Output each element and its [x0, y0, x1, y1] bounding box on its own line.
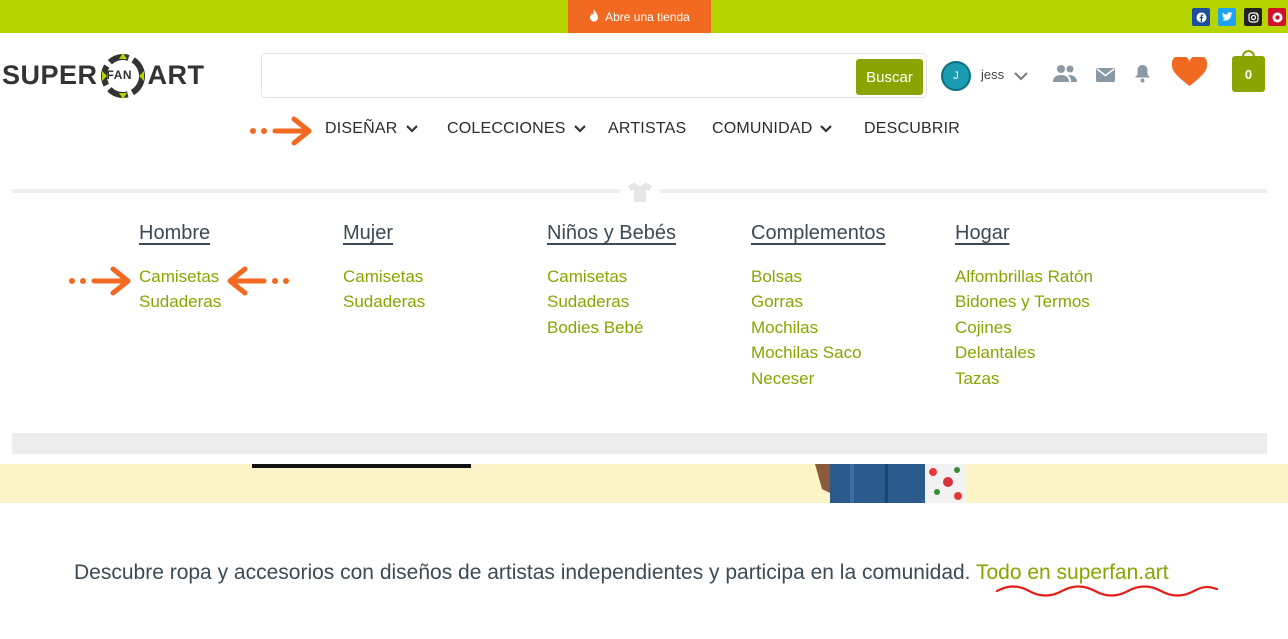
tshirt-icon	[627, 181, 653, 207]
menu-column-title[interactable]: Hombre	[139, 222, 221, 245]
nav-item-label: DISEÑAR	[325, 120, 398, 137]
nav-item-artistas[interactable]: ARTISTAS	[608, 120, 686, 138]
annotation-arrow-right	[249, 116, 315, 150]
divider	[660, 189, 1267, 193]
mail-icon[interactable]	[1096, 67, 1115, 86]
menu-link[interactable]: Camisetas	[547, 264, 676, 289]
menu-link[interactable]: Bidones y Termos	[955, 289, 1093, 314]
logo-left-text: SUPER	[2, 60, 98, 90]
menu-column-mujer: Mujer Camisetas Sudaderas	[343, 222, 425, 315]
menu-link[interactable]: Alfombrillas Ratón	[955, 264, 1093, 289]
users-icon[interactable]	[1053, 64, 1077, 86]
top-bar: Abre una tienda	[0, 0, 1288, 33]
menu-link[interactable]: Bolsas	[751, 264, 886, 289]
annotation-arrow-right	[68, 266, 134, 300]
fire-icon	[589, 8, 599, 25]
menu-column-ninos-bebes: Niños y Bebés Camisetas Sudaderas Bodies…	[547, 222, 676, 340]
nav-item-comunidad[interactable]: COMUNIDAD	[712, 120, 833, 138]
open-shop-label: Abre una tienda	[605, 9, 690, 24]
menu-link[interactable]: Sudaderas	[343, 289, 425, 314]
menu-link[interactable]: Gorras	[751, 289, 886, 314]
search-button[interactable]: Buscar	[856, 59, 923, 95]
tagline-link[interactable]: Todo en superfan.art	[976, 561, 1169, 584]
menu-link[interactable]: Mochilas	[751, 315, 886, 340]
menu-bottom-bar	[12, 433, 1267, 454]
menu-link[interactable]: Neceser	[751, 366, 886, 391]
avatar[interactable]: J	[941, 61, 971, 91]
instagram-icon[interactable]	[1244, 8, 1262, 26]
menu-link[interactable]: Camisetas	[343, 264, 425, 289]
nav-item-colecciones[interactable]: COLECCIONES	[447, 120, 586, 138]
menu-link[interactable]: Cojines	[955, 315, 1093, 340]
nav-item-label: COLECCIONES	[447, 120, 566, 137]
tagline-text: Descubre ropa y accesorios con diseños d…	[74, 561, 976, 584]
menu-column-title[interactable]: Hogar	[955, 222, 1093, 245]
nav-item-label: ARTISTAS	[608, 120, 687, 137]
logo-right-text: ART	[147, 60, 205, 90]
nav-item-descubrir[interactable]: DESCUBRIR	[864, 120, 960, 138]
menu-link[interactable]: Tazas	[955, 366, 1093, 391]
annotation-underline	[995, 583, 1219, 602]
menu-column-hogar: Hogar Alfombrillas Ratón Bidones y Termo…	[955, 222, 1093, 391]
hero-banner[interactable]	[0, 464, 1288, 503]
header: SUPER FAN ART Buscar J jess 0	[0, 33, 1288, 113]
facebook-icon[interactable]	[1192, 8, 1210, 26]
nav-item-label: DESCUBRIR	[864, 120, 961, 137]
logo-ring: FAN	[99, 52, 147, 99]
menu-link[interactable]: Bodies Bebé	[547, 315, 676, 340]
menu-link[interactable]: Sudaderas	[547, 289, 676, 314]
menu-link[interactable]: Delantales	[955, 340, 1093, 365]
menu-column-title[interactable]: Niños y Bebés	[547, 222, 676, 245]
superfan-logo[interactable]: SUPER FAN ART	[2, 52, 205, 99]
chevron-down-icon	[405, 120, 418, 138]
bell-icon[interactable]	[1134, 64, 1151, 87]
search-box: Buscar	[261, 53, 927, 98]
chevron-down-icon[interactable]	[1014, 66, 1028, 85]
heart-icon[interactable]	[1171, 54, 1208, 91]
logo-ring-text: FAN	[106, 67, 133, 82]
annotation-arrow-left	[224, 266, 290, 300]
menu-column-complementos: Complementos Bolsas Gorras Mochilas Moch…	[751, 222, 886, 391]
menu-link[interactable]: Camisetas	[139, 264, 221, 289]
open-shop-button[interactable]: Abre una tienda	[568, 0, 711, 33]
banner-accent-bar	[252, 464, 471, 468]
nav-item-label: COMUNIDAD	[712, 120, 813, 137]
menu-link[interactable]: Mochilas Saco	[751, 340, 886, 365]
tagline: Descubre ropa y accesorios con diseños d…	[74, 561, 1169, 585]
menu-link[interactable]: Sudaderas	[139, 289, 221, 314]
menu-column-hombre: Hombre Camisetas Sudaderas	[139, 222, 221, 315]
search-input[interactable]	[270, 60, 854, 92]
nav-item-disenar[interactable]: DISEÑAR	[325, 120, 418, 138]
username[interactable]: jess	[981, 67, 1004, 82]
twitter-icon[interactable]	[1218, 8, 1236, 26]
chevron-down-icon	[573, 120, 586, 138]
pinterest-icon[interactable]	[1268, 8, 1286, 26]
menu-column-title[interactable]: Mujer	[343, 222, 425, 245]
cart-button[interactable]: 0	[1232, 56, 1265, 92]
menu-column-title[interactable]: Complementos	[751, 222, 886, 245]
chevron-down-icon	[820, 120, 833, 138]
model-photo	[810, 464, 970, 503]
divider	[12, 189, 620, 193]
